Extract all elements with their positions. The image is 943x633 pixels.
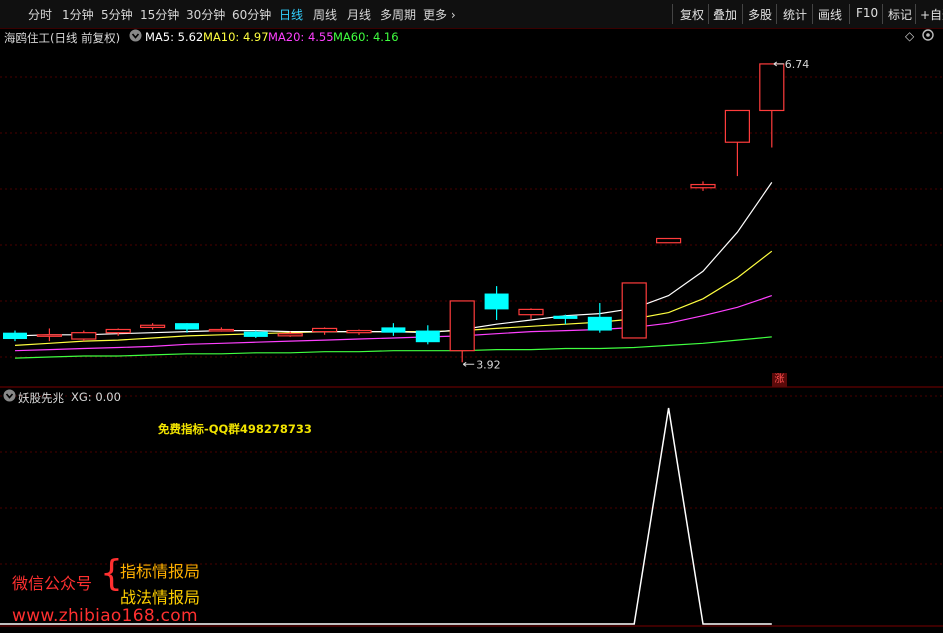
multi-stock-button[interactable]: 多股 [748, 6, 772, 23]
toolbar-divider [742, 4, 743, 24]
period-tab-weekly[interactable]: 周线 [313, 6, 337, 23]
ma5-readout: MA5: 5.62 [145, 30, 204, 44]
candle-body-up [346, 329, 372, 334]
draw-line-button[interactable]: 画线 [818, 6, 842, 23]
overlay-button[interactable]: 叠加 [713, 6, 737, 23]
candlestick-chart[interactable]: 6.74 3.92 [0, 45, 943, 388]
ma20-line [14, 295, 772, 352]
ma60-readout: MA60: 4.16 [333, 30, 399, 44]
toolbar-divider [776, 4, 777, 24]
candle-body-up [312, 327, 338, 333]
toolbar-divider [708, 4, 709, 24]
period-toolbar: 分时 1分钟 5分钟 15分钟 30分钟 60分钟 日线 周线 月线 多周期 更… [0, 0, 943, 29]
chevron-down-icon[interactable] [3, 389, 16, 405]
settings-icon[interactable] [922, 29, 934, 44]
period-tab-multi[interactable]: 多周期 [380, 6, 416, 23]
limit-up-badge: 涨 [772, 373, 787, 387]
indicator-info-bar: 妖股先兆 XG: 0.00 [0, 389, 943, 405]
candle-body-down [553, 315, 578, 319]
more-label: 更多 [423, 8, 448, 22]
add-watchlist-button[interactable]: +自选 [920, 6, 943, 23]
watermark-text: 免费指标-QQ群498278733 [158, 422, 312, 436]
candle-body-up [36, 334, 63, 337]
period-tab-timeshare[interactable]: 分时 [28, 6, 52, 23]
f10-button[interactable]: F10 [856, 6, 878, 20]
period-tab-30min[interactable]: 30分钟 [186, 6, 225, 23]
candle-body-up [71, 332, 97, 340]
period-tab-monthly[interactable]: 月线 [347, 6, 371, 23]
period-tab-daily[interactable]: 日线 [279, 6, 303, 23]
toolbar-divider [915, 4, 916, 24]
stock-info-bar: 海鸥住工(日线 前复权) MA5: 5.62 MA10: 4.97 MA20: … [0, 29, 943, 45]
candle-body-up [449, 300, 475, 352]
diamond-icon[interactable]: ◇ [905, 29, 914, 43]
toolbar-divider [849, 4, 850, 24]
period-tab-15min[interactable]: 15分钟 [140, 6, 179, 23]
wechat-account-2: 战法情报局 [120, 588, 201, 607]
indicator-value: XG: 0.00 [71, 390, 121, 404]
website-link[interactable]: www.zhibiao168.com [12, 606, 198, 626]
candle-body-up [140, 324, 166, 328]
candle-body-up [518, 308, 544, 316]
candles [3, 63, 785, 363]
candle-body-down [3, 332, 27, 340]
candle-body-up [690, 183, 716, 189]
candle-body-down [175, 323, 199, 330]
candle-body-up [208, 328, 234, 332]
ma10-readout: MA10: 4.97 [203, 30, 269, 44]
statistics-button[interactable]: 统计 [783, 6, 807, 23]
adjust-button[interactable]: 复权 [680, 6, 704, 23]
chevron-right-icon: › [447, 8, 456, 22]
candle-body-up [277, 333, 303, 337]
candle-body-down [381, 327, 406, 333]
low-price-label: 3.92 [476, 358, 501, 371]
toolbar-divider [672, 4, 673, 24]
ma5-line [14, 182, 773, 337]
ma20-readout: MA20: 4.55 [268, 30, 334, 44]
toolbar-divider [882, 4, 883, 24]
candle-body-down [484, 293, 509, 310]
candle-body-up [759, 63, 785, 112]
wechat-account-1: 指标情报局 [120, 562, 201, 581]
period-tab-1min[interactable]: 1分钟 [62, 6, 94, 23]
candle-body-up [724, 109, 751, 143]
candle-body-up [655, 237, 682, 244]
toolbar-divider [812, 4, 813, 24]
low-arrow-icon [462, 361, 475, 367]
candle-body-up [105, 328, 131, 334]
candle-body-down [243, 331, 268, 337]
candle-body-up [621, 282, 647, 339]
candle-body-down [587, 316, 612, 331]
period-tab-more[interactable]: 更多 › [423, 6, 456, 23]
wechat-label: 微信公众号 [12, 574, 93, 593]
candle-body-down [415, 330, 440, 343]
stock-title[interactable]: 海鸥住工(日线 前复权) [4, 30, 120, 46]
period-tab-5min[interactable]: 5分钟 [101, 6, 133, 23]
mark-button[interactable]: 标记 [888, 6, 912, 23]
indicator-name[interactable]: 妖股先兆 [18, 390, 64, 406]
high-price-label: 6.74 [785, 58, 810, 71]
chevron-down-icon[interactable] [129, 29, 142, 45]
period-tab-60min[interactable]: 60分钟 [232, 6, 271, 23]
